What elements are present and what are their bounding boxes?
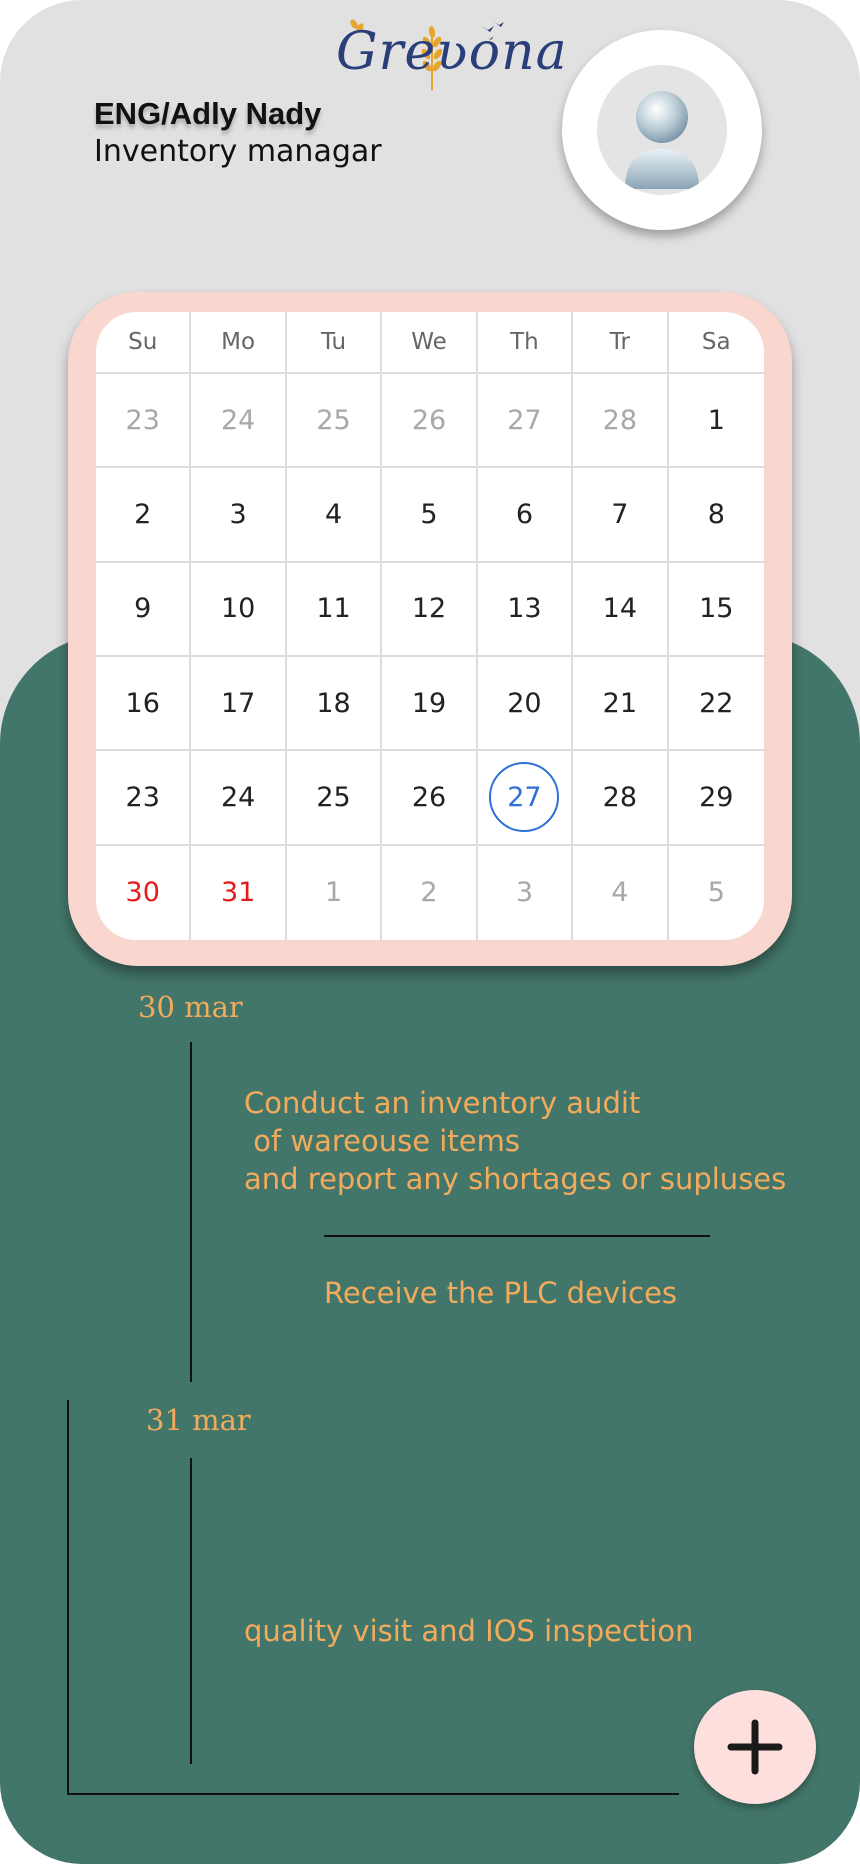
calendar-day[interactable]: 17 [191,657,287,752]
calendar-frame: Su Mo Tu We Th Tr Sa 23 24 25 26 27 28 1 2 3 4 5 6 7 8 9 10 11 1… [68,292,792,966]
calendar-day[interactable]: 23 [96,751,192,846]
agenda-date-31-mar: 31 mar [146,1403,251,1437]
calendar-day[interactable]: 15 [668,563,764,657]
calendar-day[interactable]: 26 [382,751,478,846]
calendar-day[interactable]: 9 [96,562,192,657]
calendar-day[interactable]: 16 [96,657,192,752]
add-task-button[interactable] [694,1690,816,1804]
calendar-day[interactable]: 5 [669,846,764,940]
calendar-day[interactable]: 28 [573,374,669,469]
calendar-day[interactable]: 24 [191,751,287,846]
plus-icon [727,1719,783,1775]
calendar-day[interactable]: 4 [573,845,669,940]
weekday-header: Mo [191,312,287,374]
weekday-header: Tr [573,312,669,374]
calendar-day[interactable]: 6 [477,468,574,563]
timeline-line [190,1042,192,1382]
calendar-day[interactable]: 27 [477,374,574,469]
agenda-date-30-mar: 30 mar [138,990,243,1024]
calendar-day[interactable]: 22 [668,657,764,752]
calendar-day[interactable]: 25 [286,374,383,469]
user-role: Inventory managar [94,134,382,169]
calendar-day[interactable]: 1 [287,845,383,940]
calendar-day[interactable]: 4 [286,468,383,563]
task-divider [324,1235,710,1237]
calendar-day[interactable]: 28 [573,751,669,846]
calendar-day[interactable]: 2 [382,845,478,940]
calendar-day[interactable]: 11 [286,562,383,657]
calendar-day[interactable]: 3 [191,468,287,563]
calendar-day[interactable]: 20 [477,657,574,752]
calendar-day[interactable]: 19 [382,657,478,752]
profile-avatar-button[interactable] [562,30,762,230]
weekday-header: Sa [668,312,764,374]
calendar-day[interactable]: 12 [382,562,478,657]
calendar-day[interactable]: 30 [96,845,192,940]
timeline-line [190,1458,192,1764]
calendar-day[interactable]: 10 [191,562,287,657]
calendar-day[interactable]: 21 [573,657,669,752]
weekday-header: Su [96,312,192,374]
calendar-day[interactable]: 13 [477,562,574,657]
user-name: ENG/Adly Nady [94,96,322,131]
calendar-day[interactable]: 3 [478,845,574,940]
calendar-day[interactable]: 25 [286,751,383,846]
calendar-day[interactable]: 26 [382,374,478,469]
task-inventory-audit[interactable]: Conduct an inventory audit of wareouse i… [244,1084,786,1198]
calendar-day[interactable]: 14 [573,562,669,657]
selected-day-label: 27 [489,762,560,833]
outer-timeline-base [67,1793,679,1795]
logo-wordmark: Greʋona [336,22,568,82]
weekday-header: Th [477,312,574,374]
outer-timeline-line [67,1400,69,1795]
calendar-day[interactable]: 31 [191,845,287,940]
weekday-header: Tu [286,312,383,374]
calendar-day[interactable]: 7 [573,468,669,563]
task-quality-visit[interactable]: quality visit and IOS inspection [244,1612,693,1650]
calendar: Su Mo Tu We Th Tr Sa 23 24 25 26 27 28 1 2 3 4 5 6 7 8 9 10 11 1… [96,312,764,940]
calendar-day[interactable]: 5 [382,468,478,563]
calendar-day[interactable]: 8 [668,468,764,563]
calendar-day[interactable]: 18 [286,657,383,752]
weekday-header: We [382,312,478,374]
calendar-day-selected[interactable]: 27 [477,751,574,846]
calendar-day[interactable]: 29 [668,751,764,846]
calendar-grid: Su Mo Tu We Th Tr Sa 23 24 25 26 27 28 1 2 3 4 5 6 7 8 9 10 11 1… [96,312,764,940]
user-avatar-icon [597,65,727,195]
calendar-day[interactable]: 1 [668,374,764,469]
calendar-day[interactable]: 24 [191,374,287,469]
calendar-day[interactable]: 2 [96,468,192,563]
task-receive-plc[interactable]: Receive the PLC devices [324,1274,677,1312]
grevona-logo: Greʋona [336,18,567,94]
calendar-day[interactable]: 23 [96,374,192,469]
